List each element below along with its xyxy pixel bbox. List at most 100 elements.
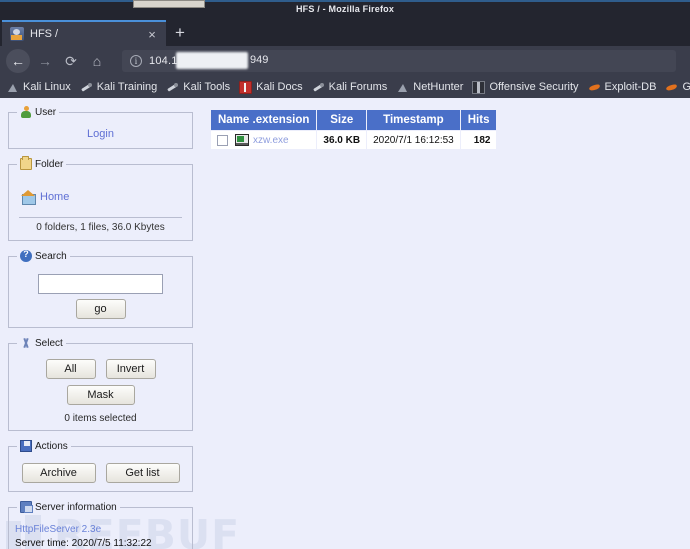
- select-all-button[interactable]: All: [45, 359, 96, 379]
- address-text-prefix: 104.1: [149, 55, 178, 67]
- select-invert-button[interactable]: Invert: [105, 359, 156, 379]
- bookmark-offensive-security[interactable]: Offensive Security: [472, 80, 579, 94]
- select-panel-body: All Invert Mask 0 items selected: [15, 353, 186, 424]
- search-panel: Search go: [8, 249, 193, 328]
- user-panel-title: User: [35, 106, 57, 118]
- cell-timestamp: 2020/7/1 16:12:53: [367, 131, 460, 149]
- bookmark-label: Kali Forums: [328, 81, 388, 93]
- file-table-container: Name .extension Size Timestamp Hits xzw.…: [210, 109, 497, 150]
- folder-panel-body: Home 0 folders, 1 files, 36.0 Kbytes: [15, 174, 186, 234]
- server-information-panel: Server information HttpFileServer 2.3e S…: [8, 501, 193, 549]
- kali-dragon-icon: [6, 81, 19, 94]
- divider: [19, 217, 182, 218]
- bookmark-ghdb[interactable]: GHD: [665, 81, 690, 94]
- folder-home-row[interactable]: Home: [15, 176, 186, 205]
- address-text-suffix: 949: [250, 54, 269, 66]
- search-panel-body: go: [15, 266, 186, 319]
- close-icon[interactable]: ×: [144, 28, 160, 41]
- actions-panel-body: Archive Get list: [15, 456, 186, 483]
- search-panel-legend: Search: [17, 249, 70, 262]
- help-icon: [20, 249, 32, 262]
- server-information-title: Server information: [35, 501, 117, 513]
- folder-icon: [20, 156, 32, 170]
- scissors-icon: [20, 337, 32, 349]
- file-table-header-row: Name .extension Size Timestamp Hits: [211, 110, 497, 130]
- window-title: HFS / - Mozilla Firefox: [295, 4, 395, 14]
- search-panel-title: Search: [35, 250, 67, 262]
- table-row[interactable]: xzw.exe 36.0 KB 2020/7/1 16:12:53 182: [211, 131, 497, 149]
- user-panel: User Login: [8, 106, 193, 149]
- window-titlebar: HFS / - Mozilla Firefox: [0, 0, 690, 20]
- bookmark-kali-linux[interactable]: Kali Linux: [6, 81, 71, 94]
- file-link[interactable]: xzw.exe: [253, 135, 289, 146]
- site-info-icon[interactable]: i: [130, 55, 142, 67]
- hfs-favicon: [10, 27, 24, 41]
- bookmark-label: NetHunter: [413, 81, 464, 93]
- wrench-icon: [80, 81, 93, 94]
- folder-panel-legend: Folder: [17, 156, 66, 170]
- wrench-icon: [312, 81, 325, 94]
- bookmark-exploit-db[interactable]: Exploit-DB: [588, 81, 657, 94]
- file-table-body: xzw.exe 36.0 KB 2020/7/1 16:12:53 182: [211, 131, 497, 149]
- bookmark-label: Kali Tools: [183, 81, 231, 93]
- tab-hfs[interactable]: HFS / ×: [2, 20, 166, 46]
- column-header-timestamp[interactable]: Timestamp: [367, 110, 460, 130]
- row-checkbox[interactable]: [217, 134, 228, 146]
- file-name-cell: xzw.exe: [217, 134, 310, 146]
- reload-icon[interactable]: ⟳: [58, 49, 84, 73]
- select-mask-button[interactable]: Mask: [66, 385, 135, 405]
- cell-hits: 182: [460, 131, 497, 149]
- select-panel-legend: Select: [17, 337, 66, 349]
- get-list-button[interactable]: Get list: [105, 463, 180, 483]
- folder-panel: Folder Home 0 folders, 1 files, 36.0 Kby…: [8, 156, 193, 241]
- column-header-size[interactable]: Size: [317, 110, 367, 130]
- server-information-legend: Server information: [17, 501, 120, 513]
- bookmark-label: Kali Linux: [23, 81, 71, 93]
- server-information-body: HttpFileServer 2.3e Server time: 2020/7/…: [15, 517, 186, 549]
- hfs-version-link[interactable]: HttpFileServer 2.3e: [15, 524, 101, 535]
- new-tab-button[interactable]: +: [166, 20, 194, 46]
- browser-window: HFS / - Mozilla Firefox HFS / × + ← → ⟳ …: [0, 0, 690, 549]
- archive-button[interactable]: Archive: [21, 463, 96, 483]
- cell-name: xzw.exe: [211, 131, 317, 149]
- tab-strip: HFS / × +: [0, 20, 690, 46]
- select-panel: Select All Invert Mask 0 items selected: [8, 337, 193, 431]
- server-icon: [20, 501, 33, 513]
- selection-status: 0 items selected: [64, 413, 137, 424]
- back-icon[interactable]: ←: [6, 49, 30, 73]
- actions-panel: Actions Archive Get list: [8, 440, 193, 492]
- address-bar[interactable]: i 104.1 949: [122, 50, 676, 72]
- forward-icon[interactable]: →: [32, 49, 58, 73]
- kali-dragon-icon: [396, 81, 409, 94]
- login-link[interactable]: Login: [87, 128, 114, 140]
- bookmark-label: GHD: [682, 81, 690, 93]
- bookmark-label: Offensive Security: [489, 81, 579, 93]
- home-icon[interactable]: ⌂: [84, 49, 110, 73]
- bookmarks-bar: Kali Linux Kali Training Kali Tools Kali…: [0, 76, 690, 98]
- wrench-icon: [166, 81, 179, 94]
- search-input[interactable]: [38, 274, 163, 294]
- column-header-hits[interactable]: Hits: [460, 110, 497, 130]
- search-go-button[interactable]: go: [75, 299, 126, 319]
- home-link[interactable]: Home: [40, 191, 69, 203]
- bookmark-nethunter[interactable]: NetHunter: [396, 81, 463, 94]
- column-header-name[interactable]: Name .extension: [211, 110, 317, 130]
- hfs-page: REEBUF User Login Folder Home 0 folders,…: [0, 98, 690, 549]
- user-panel-legend: User: [17, 106, 59, 118]
- bookmark-kali-forums[interactable]: Kali Forums: [312, 81, 388, 94]
- user-panel-body: Login: [15, 122, 186, 142]
- home-folder-icon: [21, 190, 36, 205]
- bookmark-label: Kali Training: [96, 81, 158, 93]
- file-table-head: Name .extension Size Timestamp Hits: [211, 110, 497, 130]
- actions-panel-title: Actions: [35, 440, 68, 452]
- bookmark-kali-docs[interactable]: Kali Docs: [239, 80, 303, 94]
- select-button-row: All Invert: [15, 359, 186, 379]
- actions-button-row: Archive Get list: [15, 463, 186, 483]
- book-icon: [239, 80, 253, 94]
- actions-panel-legend: Actions: [17, 440, 71, 452]
- bookmark-kali-training[interactable]: Kali Training: [80, 81, 158, 94]
- user-icon: [20, 106, 32, 118]
- bookmark-kali-tools[interactable]: Kali Tools: [166, 81, 230, 94]
- pillar-icon: [472, 80, 486, 94]
- flame-icon: [665, 81, 678, 94]
